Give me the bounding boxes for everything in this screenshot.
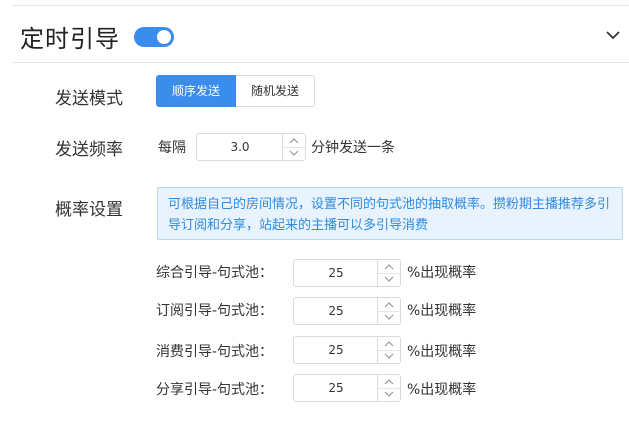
section-title: 定时引导: [20, 25, 120, 53]
stepper-arrows: [282, 134, 305, 160]
chevron-up-icon: [384, 341, 394, 347]
stepper-arrows: [377, 375, 400, 401]
increment-button[interactable]: [378, 337, 400, 351]
toggle-knob: [157, 30, 171, 44]
chevron-down-icon: [384, 391, 394, 397]
decrement-button[interactable]: [378, 388, 400, 401]
probability-label: 概率设置: [55, 200, 123, 220]
chevron-down-icon: [606, 31, 620, 40]
chevron-up-icon: [384, 264, 394, 270]
random-send-button[interactable]: 随机发送: [236, 75, 316, 107]
probability-info-box: 可根据自己的房间情况，设置不同的句式池的抽取概率。攒粉期主播推荐多引导订阅和分享…: [157, 187, 623, 240]
subscribe-pool-label: 订阅引导-句式池：: [156, 303, 274, 319]
chevron-up-icon: [384, 302, 394, 308]
share-pool-unit: %出现概率: [407, 382, 477, 398]
top-divider: [12, 5, 629, 6]
share-pool-stepper[interactable]: 25: [293, 374, 401, 402]
frequency-prefix: 每隔: [158, 140, 186, 156]
stepper-arrows: [377, 298, 400, 324]
consume-pool-stepper[interactable]: 25: [293, 336, 401, 364]
decrement-button[interactable]: [378, 273, 400, 286]
consume-pool-label: 消费引导-句式池：: [156, 344, 274, 360]
increment-button[interactable]: [378, 298, 400, 312]
stepper-arrows: [377, 337, 400, 363]
header-divider: [12, 62, 629, 63]
send-mode-label: 发送模式: [55, 89, 123, 109]
stepper-arrows: [377, 260, 400, 286]
collapse-button[interactable]: [603, 27, 623, 43]
general-pool-label: 综合引导-句式池：: [156, 265, 274, 281]
enable-toggle[interactable]: [134, 27, 174, 47]
subscribe-pool-unit: %出现概率: [407, 303, 477, 319]
general-pool-value[interactable]: 25: [294, 260, 378, 286]
general-pool-stepper[interactable]: 25: [293, 259, 401, 287]
chevron-down-icon: [384, 314, 394, 320]
chevron-down-icon: [289, 150, 299, 156]
chevron-up-icon: [289, 138, 299, 144]
frequency-label: 发送频率: [55, 140, 123, 160]
subscribe-pool-stepper[interactable]: 25: [293, 297, 401, 325]
sequential-send-button[interactable]: 顺序发送: [156, 75, 237, 107]
frequency-value[interactable]: 3.0: [197, 134, 283, 160]
consume-pool-unit: %出现概率: [407, 344, 477, 360]
consume-pool-value[interactable]: 25: [294, 337, 378, 363]
chevron-down-icon: [384, 353, 394, 359]
decrement-button[interactable]: [378, 350, 400, 363]
subscribe-pool-value[interactable]: 25: [294, 298, 378, 324]
decrement-button[interactable]: [283, 147, 305, 160]
frequency-stepper[interactable]: 3.0: [196, 133, 306, 161]
chevron-up-icon: [384, 379, 394, 385]
decrement-button[interactable]: [378, 311, 400, 324]
share-pool-value[interactable]: 25: [294, 375, 378, 401]
share-pool-label: 分享引导-句式池：: [156, 382, 274, 398]
increment-button[interactable]: [283, 134, 305, 148]
increment-button[interactable]: [378, 260, 400, 274]
general-pool-unit: %出现概率: [407, 265, 477, 281]
frequency-suffix: 分钟发送一条: [311, 140, 395, 156]
chevron-down-icon: [384, 276, 394, 282]
increment-button[interactable]: [378, 375, 400, 389]
send-mode-selector: 顺序发送 随机发送: [156, 75, 316, 107]
